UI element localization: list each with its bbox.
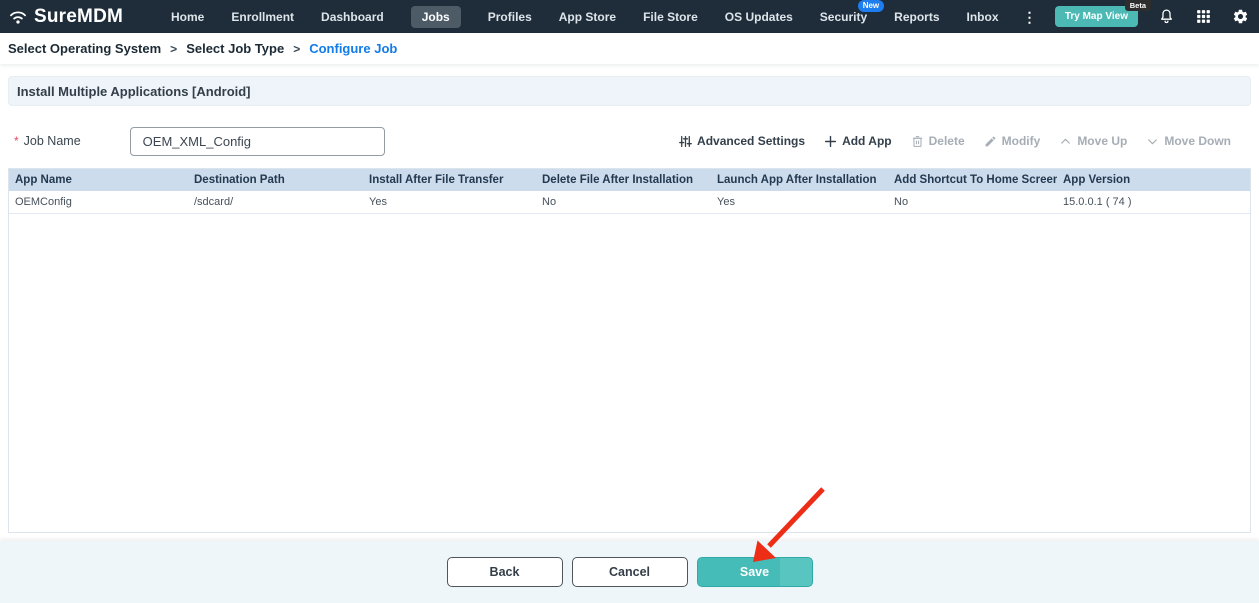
- nav-item-jobs[interactable]: Jobs: [410, 5, 461, 28]
- nav-item-home[interactable]: Home: [171, 10, 204, 24]
- job-name-input[interactable]: [129, 126, 385, 156]
- chevron-down-icon: [1148, 138, 1158, 144]
- nav-items: Home Enrollment Dashboard Jobs Profiles App S…: [171, 0, 999, 28]
- header-cell-launch-app-after-installation: Launch App After Installation: [717, 174, 877, 186]
- modify-label: Modify: [1001, 134, 1041, 148]
- modify-button[interactable]: Modify: [984, 134, 1041, 148]
- table-cell: No: [542, 196, 557, 208]
- move-down-label: Move Down: [1164, 134, 1231, 148]
- settings-gear-icon[interactable]: [1232, 8, 1249, 25]
- table-header: App Name Destination Path Install After Fi…: [9, 169, 1250, 191]
- add-app-label: Add App: [842, 134, 892, 148]
- table-cell: 15.0.0.1 ( 74 ): [1063, 196, 1132, 208]
- move-down-button[interactable]: Move Down: [1146, 134, 1231, 148]
- sliders-icon: [679, 135, 692, 147]
- save-button[interactable]: Save: [696, 557, 813, 587]
- delete-button[interactable]: Delete: [911, 134, 965, 148]
- navbar: SureMDM Home Enrollment Dashboard Jobs Profi…: [0, 0, 1259, 33]
- table-cell: Yes: [369, 196, 387, 208]
- header-cell-add-shortcut-to-home-screen: Add Shortcut To Home Screen: [894, 174, 1057, 186]
- app-grid-icon[interactable]: [1195, 8, 1212, 25]
- nav-item-profiles[interactable]: Profiles: [488, 10, 532, 24]
- header-cell-install-after-file-transfer: Install After File Transfer: [369, 174, 504, 186]
- nav-item-os-updates[interactable]: OS Updates: [725, 10, 793, 24]
- section-title-bar: Install Multiple Applications [Android]: [8, 76, 1251, 106]
- notifications-bell-icon[interactable]: [1158, 8, 1175, 25]
- header-cell-app-name: App Name: [15, 174, 72, 186]
- footer-bar: Back Cancel Save: [0, 541, 1259, 603]
- brand-logo[interactable]: SureMDM: [8, 6, 123, 28]
- section-title: Install Multiple Applications [Android]: [17, 83, 251, 99]
- try-map-view-button[interactable]: Try Map View Beta: [1054, 0, 1151, 27]
- wifi-logo-icon: [10, 11, 26, 24]
- trash-icon: [912, 135, 922, 147]
- try-map-view-label: Try Map View: [1064, 11, 1128, 22]
- breadcrumb-separator: >: [293, 41, 301, 56]
- required-asterisk: *: [14, 134, 19, 148]
- nav-item-enrollment[interactable]: Enrollment: [231, 10, 294, 24]
- table-cell: /sdcard/: [194, 196, 234, 208]
- apps-table: App Name Destination Path Install After Fi…: [8, 168, 1251, 533]
- nav-item-file-store[interactable]: File Store: [643, 10, 698, 24]
- breadcrumb-separator: >: [170, 41, 178, 56]
- header-cell-app-version: App Version: [1063, 174, 1131, 186]
- move-up-label: Move Up: [1077, 134, 1128, 148]
- breadcrumb-select-job-type[interactable]: Select Job Type: [186, 41, 284, 56]
- nav-item-reports[interactable]: Reports: [894, 10, 939, 24]
- apps-toolbar: Advanced Settings Add App Delete Modify …: [679, 134, 1231, 148]
- brand-name: SureMDM: [34, 5, 124, 27]
- nav-item-app-store[interactable]: App Store: [559, 10, 616, 24]
- pencil-icon: [985, 136, 996, 146]
- add-app-button[interactable]: Add App: [824, 134, 892, 148]
- job-name-row: * Job Name Advanced Settings Add App: [14, 126, 1231, 156]
- table-cell: No: [894, 196, 909, 208]
- plus-icon: [824, 135, 837, 147]
- job-name-label: Job Name: [23, 134, 81, 148]
- advanced-settings-label: Advanced Settings: [697, 134, 806, 148]
- header-cell-destination-path: Destination Path: [194, 174, 285, 186]
- nav-item-security[interactable]: Security New: [820, 0, 885, 24]
- chevron-up-icon: [1061, 138, 1071, 144]
- back-button[interactable]: Back: [446, 557, 563, 587]
- breadcrumb-select-operating-system[interactable]: Select Operating System: [8, 41, 161, 56]
- beta-badge: Beta: [1124, 0, 1151, 11]
- table-row[interactable]: OEMConfig/sdcard/Yes No Yes No 15.0.0.1 ( 74…: [9, 191, 1250, 214]
- nav-item-inbox[interactable]: Inbox: [967, 10, 999, 24]
- table-cell: OEMConfig: [15, 196, 72, 208]
- breadcrumb: Select Operating System > Select Job Typ…: [0, 33, 1259, 64]
- delete-label: Delete: [928, 134, 965, 148]
- more-menu-icon[interactable]: ⋮: [1023, 10, 1037, 24]
- move-up-button[interactable]: Move Up: [1059, 134, 1127, 148]
- breadcrumb-configure-job[interactable]: Configure Job: [309, 41, 397, 56]
- new-badge: New: [857, 0, 885, 12]
- header-cell-delete-file-after-installation: Delete File After Installation: [542, 174, 694, 186]
- advanced-settings-button[interactable]: Advanced Settings: [679, 134, 805, 148]
- table-body: OEMConfig/sdcard/Yes No Yes No 15.0.0.1 ( 74…: [9, 191, 1250, 214]
- table-cell: Yes: [717, 196, 735, 208]
- nav-item-dashboard[interactable]: Dashboard: [321, 10, 384, 24]
- cancel-button[interactable]: Cancel: [571, 557, 688, 587]
